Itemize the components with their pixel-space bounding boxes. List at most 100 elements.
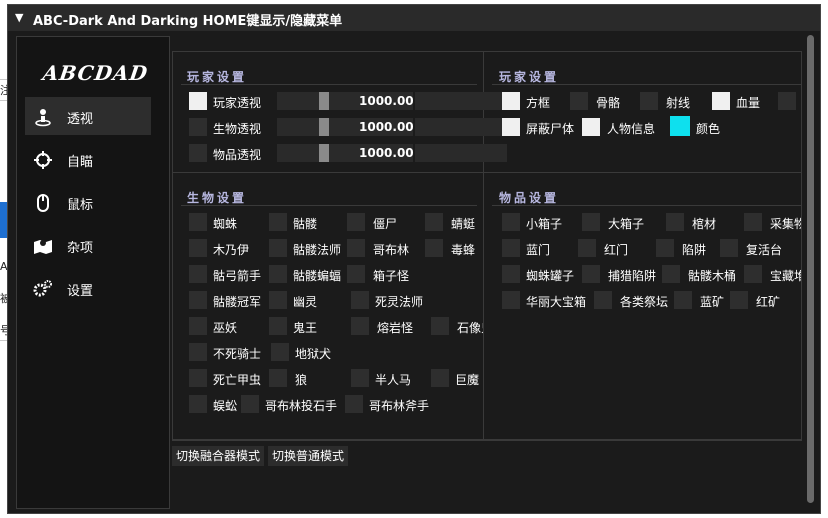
checkbox-creature-esp[interactable] [189,118,207,136]
checkbox-item[interactable] [578,239,596,257]
checkbox-item[interactable] [582,213,600,231]
checkbox-item[interactable] [582,265,600,283]
map-icon [34,240,52,254]
title-bar[interactable]: ▼ ABC-Dark And Darking HOME键显示/隐藏菜单 [8,5,820,31]
checkbox-creature[interactable] [425,239,443,257]
checkbox-item[interactable] [674,291,692,309]
checkbox-hide-corpses[interactable] [502,118,520,136]
checkbox-item[interactable] [594,291,612,309]
checkbox-creature[interactable] [425,213,443,231]
checkbox-creature[interactable] [189,239,207,257]
player-options-group: 玩家设置 方框 骨骼 射线 血量 雷 屏蔽尸体 人物信息 颜色 [484,52,801,172]
checkbox-item[interactable] [502,291,520,309]
checkbox-creature[interactable] [269,239,287,257]
checkbox-creature[interactable] [269,213,287,231]
sidebar-item-esp[interactable]: 透视 [25,97,151,135]
checkbox-creature[interactable] [189,317,207,335]
eye-person-icon [35,109,51,127]
sidebar-item-misc[interactable]: 杂项 [25,226,151,264]
checkbox-creature[interactable] [189,343,207,361]
checkbox-player-esp[interactable] [189,92,207,110]
label-box: 方框 [526,96,551,110]
label-item: 蓝矿 [700,295,725,309]
checkbox-creature[interactable] [431,369,449,387]
gears-icon [33,280,52,297]
checkbox-item[interactable] [502,265,520,283]
label-creature: 骷髅蝙蝠 [293,269,342,283]
label-item-esp: 物品透视 [213,148,262,162]
label-creature: 死亡甲虫 [213,373,262,387]
label-player-esp: 玩家透视 [213,96,262,110]
checkbox-item[interactable] [744,213,762,231]
checkbox-item[interactable] [502,213,520,231]
slider-value: 1000.00 [359,94,414,108]
checkbox-item[interactable] [720,239,738,257]
checkbox-creature[interactable] [347,239,365,257]
collapse-triangle-icon[interactable]: ▼ [15,11,23,24]
checkbox-item[interactable] [730,291,748,309]
checkbox-creature[interactable] [189,265,207,283]
checkbox-creature[interactable] [351,317,369,335]
checkbox-health[interactable] [712,92,730,110]
label-creature: 哥布林 [373,243,410,257]
label-creature: 狼 [295,373,308,387]
vertical-scrollbar[interactable] [806,33,816,509]
label-item: 复活台 [746,243,783,257]
checkbox-creature[interactable] [345,395,363,413]
checkbox-creature[interactable] [269,317,287,335]
label-skeleton: 骨骼 [596,96,621,110]
label-creature: 石像鬼 [457,321,483,335]
checkbox-item-esp[interactable] [189,144,207,162]
label-item: 大箱子 [608,217,645,231]
checkbox-item[interactable] [666,213,684,231]
color-swatch[interactable] [670,116,690,136]
normal-mode-button[interactable]: 切换普通模式 [268,446,349,466]
checkbox-creature[interactable] [189,369,207,387]
checkbox-item[interactable] [662,265,680,283]
checkbox-creature[interactable] [189,213,207,231]
checkbox-creature[interactable] [241,395,259,413]
checkbox-creature[interactable] [271,343,289,361]
checkbox-item[interactable] [502,239,520,257]
label-creature: 骷髅冠军 [213,295,262,309]
checkbox-snapline[interactable] [640,92,658,110]
scrollbar-thumb[interactable] [807,35,814,503]
checkbox-creature[interactable] [351,291,369,309]
label-creature: 巫妖 [213,321,238,335]
section-title-player-options: 玩家设置 [499,70,560,84]
label-snapline: 射线 [666,96,691,110]
label-creature: 巨魔 [455,373,480,387]
sidebar-item-aimbot[interactable]: 自瞄 [25,140,151,178]
checkbox-creature[interactable] [431,317,449,335]
section-title-player: 玩家设置 [187,70,248,84]
checkbox-creature[interactable] [347,265,365,283]
sidebar-item-label: 自瞄 [67,155,94,170]
checkbox-creature[interactable] [269,369,287,387]
checkbox-creature[interactable] [347,213,365,231]
checkbox-player-info[interactable] [582,118,600,136]
checkbox-creature[interactable] [351,369,369,387]
label-item: 蓝门 [526,243,551,257]
label-creature: 地狱犬 [295,347,332,361]
checkbox-creature[interactable] [189,395,207,413]
sidebar-item-label: 透视 [67,112,94,127]
label-item: 红门 [604,243,629,257]
checkbox-creature[interactable] [189,291,207,309]
checkbox-creature[interactable] [269,291,287,309]
sidebar-item-settings[interactable]: 设置 [25,269,151,307]
checkbox-item[interactable] [744,265,762,283]
label-health: 血量 [736,96,761,110]
creature-group: 生物设置 蜘蛛 骷髅 僵尸 蜻蜓 木乃伊 骷髅法师 哥布林 毒蜂 骷弓箭手 骷髅… [173,173,483,439]
logo: ABCDAD [41,61,150,85]
label-creature: 熔岩怪 [377,321,414,335]
checkbox-creature[interactable] [269,265,287,283]
checkbox-box[interactable] [502,92,520,110]
section-title-creature: 生物设置 [187,191,248,205]
checkbox-item[interactable] [656,239,674,257]
checkbox-skeleton[interactable] [570,92,588,110]
label-item: 红矿 [756,295,781,309]
checkbox-extra[interactable] [778,92,796,110]
fusion-mode-button[interactable]: 切换融合器模式 [172,446,265,466]
label-creature: 蜘蛛 [213,217,238,231]
sidebar-item-mouse[interactable]: 鼠标 [25,183,151,221]
